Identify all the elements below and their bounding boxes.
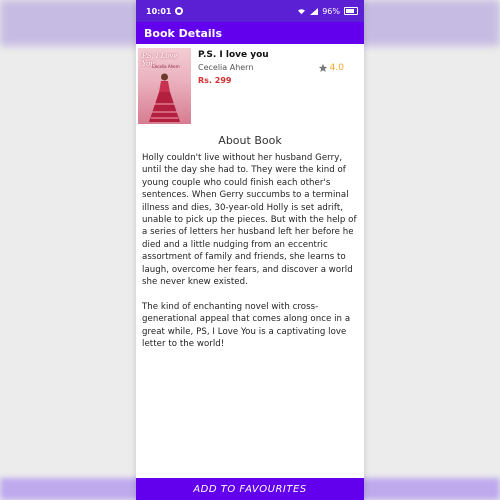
rating-value: 4.0 [329, 63, 344, 73]
book-title: P.S. I love you [198, 50, 269, 60]
book-author: Cecelia Ahern [198, 63, 254, 72]
battery-icon [344, 7, 358, 15]
status-icons: 96% [297, 7, 358, 16]
phone-screen: 10:01 96% Book Details PS, I Love You Ce… [136, 0, 364, 500]
wifi-icon [298, 8, 306, 14]
add-to-favourites-button[interactable]: ADD TO FAVOURITES [136, 478, 364, 500]
book-cover-image: PS, I Love You Cecelia Ahern [138, 48, 191, 124]
status-time: 10:01 [146, 6, 172, 16]
book-header: PS, I Love You Cecelia Ahern P.S. I love… [136, 44, 364, 124]
status-bar: 10:01 96% [136, 0, 364, 22]
page-title: Book Details [144, 26, 223, 40]
cover-author: Cecelia Ahern [152, 64, 180, 69]
book-rating: 4.0 [318, 63, 344, 73]
app-bar: Book Details [136, 22, 364, 44]
notification-icon [175, 7, 184, 15]
about-heading: About Book [218, 134, 282, 147]
battery-text: 96% [322, 6, 340, 16]
book-description: Holly couldn't live without her husband … [142, 153, 357, 350]
signal-icon [310, 7, 319, 15]
cover-illustration [149, 73, 180, 122]
book-price: Rs. 299 [198, 76, 232, 85]
star-icon [318, 63, 327, 72]
